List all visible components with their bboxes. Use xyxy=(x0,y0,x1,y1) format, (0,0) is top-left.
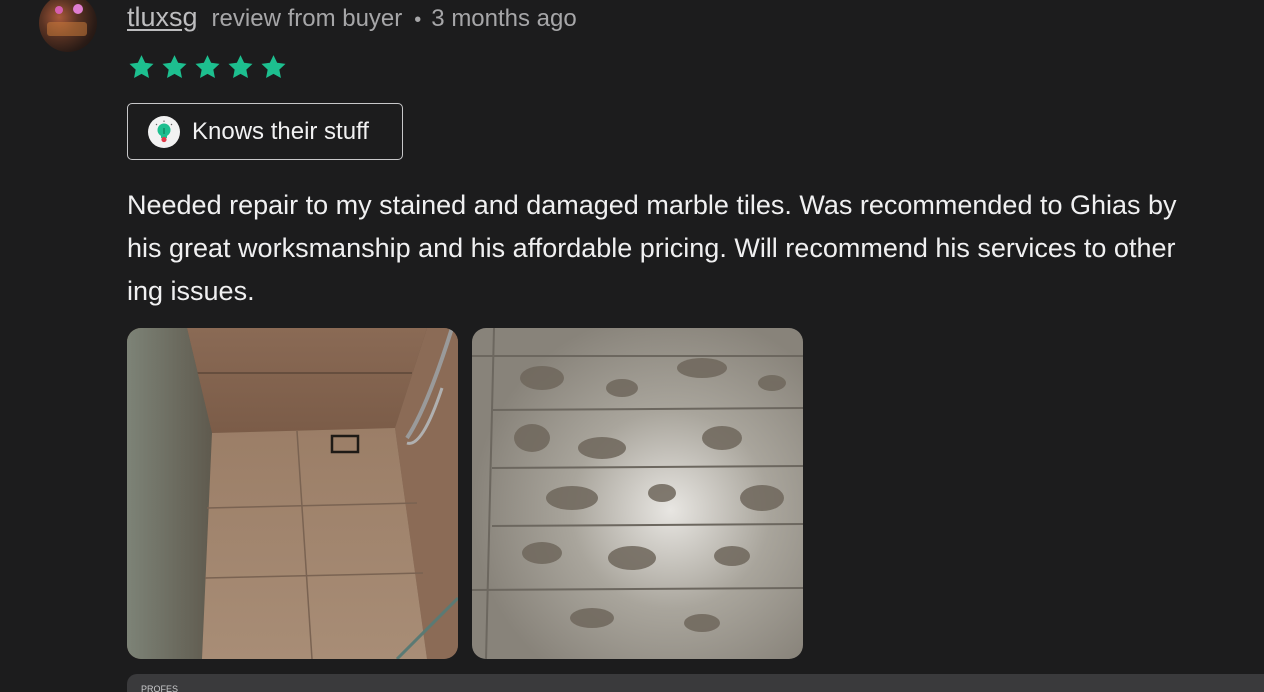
reviewer-avatar[interactable] xyxy=(39,0,97,52)
seller-response-label: PROFES xyxy=(141,684,179,692)
star-rating xyxy=(127,53,288,81)
review-card: tluxsg review from buyer • 3 months ago … xyxy=(0,0,1264,692)
seller-response-bar[interactable]: PROFES xyxy=(127,674,1264,692)
review-date: 3 months ago xyxy=(431,5,577,32)
separator-dot: • xyxy=(414,9,422,31)
star-icon xyxy=(127,53,156,81)
lightbulb-icon xyxy=(148,115,180,148)
review-text-line: ing issues. xyxy=(127,276,255,306)
review-photo-1[interactable] xyxy=(127,328,458,659)
reviewer-name-link[interactable]: tluxsg xyxy=(127,2,198,33)
avatar-detail xyxy=(73,4,83,14)
badge-label: Knows their stuff xyxy=(192,117,369,145)
star-icon xyxy=(193,53,222,81)
star-icon xyxy=(226,53,255,81)
review-header: tluxsg review from buyer • 3 months ago xyxy=(127,2,577,34)
review-text-line: his great worksmanship and his affordabl… xyxy=(127,233,1176,263)
review-text-line: Needed repair to my stained and damaged … xyxy=(127,190,1177,220)
star-icon xyxy=(259,53,288,81)
avatar-detail xyxy=(47,22,87,36)
review-type-label: review from buyer xyxy=(211,5,403,32)
knows-their-stuff-badge[interactable]: Knows their stuff xyxy=(127,103,403,160)
star-icon xyxy=(160,53,189,81)
avatar-detail xyxy=(55,6,63,14)
review-photo-2[interactable] xyxy=(472,328,803,659)
review-body: Needed repair to my stained and damaged … xyxy=(127,184,1264,313)
